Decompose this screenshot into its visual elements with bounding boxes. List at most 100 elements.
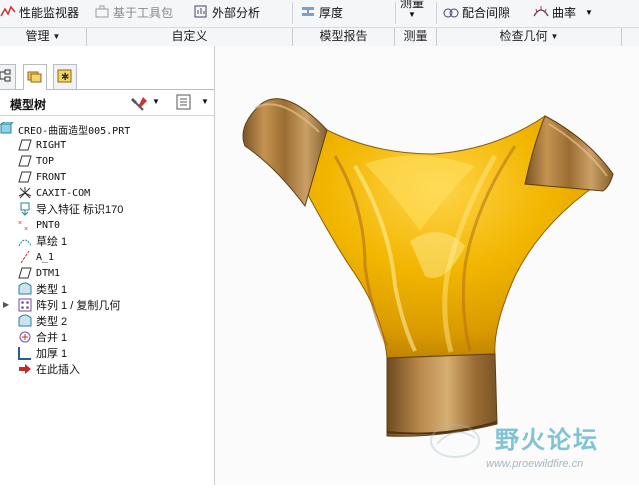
tree-item-type2[interactable]: 类型 2 bbox=[18, 313, 67, 329]
sketch-icon bbox=[18, 234, 32, 248]
group-inspect-geometry-label: 检查几何 bbox=[499, 29, 548, 43]
part-icon bbox=[0, 121, 15, 136]
datum-plane-icon bbox=[18, 170, 32, 184]
group-model-report: 模型报告 bbox=[293, 28, 395, 46]
chevron-down-icon: ▼ bbox=[52, 32, 61, 41]
chevron-down-icon[interactable]: ▼ bbox=[201, 97, 209, 106]
tree-item-axis[interactable]: A_1 bbox=[18, 249, 54, 265]
tab-model-tree[interactable] bbox=[0, 64, 16, 89]
tree-item-type1[interactable]: 类型 1 bbox=[18, 281, 67, 297]
tree-item-label: 阵列 1 / 复制几何 bbox=[36, 300, 121, 312]
tree-item-label: RIGHT bbox=[36, 139, 67, 151]
ribbon-commands: 性能监视器 基于工具包 外部分析 厚度 测量 ▼ 配合间隙 曲率 ▼ bbox=[0, 0, 639, 27]
tab-folder-browser[interactable] bbox=[23, 64, 47, 90]
tree-item-label: 草绘 1 bbox=[36, 236, 68, 248]
thicken-icon bbox=[18, 346, 32, 360]
pattern-icon bbox=[18, 298, 32, 312]
tree-item-import[interactable]: 导入特征 标识170 bbox=[18, 201, 123, 217]
navigator-panel: ✱ 模型树 ▼ ▼ CREO-曲面造型005.PRT RIGHT TOP FRO… bbox=[0, 46, 215, 485]
folder-icon bbox=[27, 68, 43, 87]
thickness-label: 厚度 bbox=[319, 5, 344, 20]
ribbon: 性能监视器 基于工具包 外部分析 厚度 测量 ▼ 配合间隙 曲率 ▼ 管理 ▼ … bbox=[0, 0, 639, 47]
tree-item-insert-here[interactable]: 在此插入 bbox=[18, 361, 80, 377]
tree-item-label: 合并 1 bbox=[36, 332, 68, 344]
tree-item-label: DTM1 bbox=[36, 267, 61, 279]
chevron-down-icon[interactable]: ▼ bbox=[152, 97, 160, 106]
tree-item-part[interactable]: CREO-曲面造型005.PRT bbox=[0, 121, 130, 137]
group-custom: 自定义 bbox=[87, 28, 293, 46]
curvature-label: 曲率 bbox=[552, 5, 577, 20]
surface-icon bbox=[18, 314, 32, 328]
svg-text:×: × bbox=[24, 226, 28, 232]
show-options-icon[interactable] bbox=[176, 94, 192, 113]
group-model-report-label: 模型报告 bbox=[319, 29, 368, 43]
datum-plane-icon bbox=[18, 138, 32, 152]
ribbon-divider bbox=[436, 2, 437, 24]
tree-item-label: 在此插入 bbox=[36, 364, 80, 376]
model-tree-icon bbox=[0, 69, 11, 86]
watermark-url: www.proewildfire.cn bbox=[486, 458, 584, 470]
mating-clearance-button[interactable]: 配合间隙 bbox=[443, 3, 510, 21]
group-measure: 测量 bbox=[395, 28, 437, 46]
tree-item-csys[interactable]: CAXIT-COM bbox=[18, 185, 90, 201]
tree-item-right[interactable]: RIGHT bbox=[18, 137, 66, 153]
thickness-button[interactable]: 厚度 bbox=[300, 3, 343, 21]
tab-favorites[interactable]: ✱ bbox=[53, 64, 77, 89]
tree-item-label: 加厚 1 bbox=[36, 348, 68, 360]
chevron-down-icon: ▼ bbox=[408, 10, 416, 19]
external-analysis-button[interactable]: 外部分析 bbox=[193, 3, 260, 21]
insert-here-arrow-icon bbox=[18, 362, 32, 376]
tree-settings-icon[interactable] bbox=[131, 95, 149, 114]
tree-item-front[interactable]: FRONT bbox=[18, 169, 66, 185]
thickness-icon bbox=[300, 4, 316, 20]
tree-item-top[interactable]: TOP bbox=[18, 153, 54, 169]
svg-text:×: × bbox=[18, 220, 22, 227]
tree-item-label: TOP bbox=[36, 155, 55, 167]
mating-clearance-label: 配合间隙 bbox=[462, 5, 511, 20]
tree-item-pattern[interactable]: 阵列 1 / 复制几何 bbox=[18, 297, 120, 313]
performance-monitor-icon bbox=[0, 4, 16, 20]
curvature-button[interactable]: 曲率 ▼ bbox=[533, 3, 593, 21]
watermark-text: 野火论坛 bbox=[495, 427, 599, 454]
group-inspect-geometry[interactable]: 检查几何 ▼ bbox=[437, 28, 622, 46]
toolkit-button[interactable]: 基于工具包 bbox=[94, 3, 173, 21]
model-tree-header: 模型树 ▼ ▼ bbox=[0, 91, 214, 116]
tree-item-thicken[interactable]: 加厚 1 bbox=[18, 345, 67, 361]
tree-item-pnt0[interactable]: × × PNT0 bbox=[18, 217, 61, 234]
chevron-down-icon[interactable]: ▼ bbox=[585, 8, 593, 17]
tree-item-label: 导入特征 标识170 bbox=[36, 204, 124, 216]
group-measure-label: 测量 bbox=[403, 29, 428, 43]
tree-item-label: FRONT bbox=[36, 171, 67, 183]
datum-plane-icon bbox=[18, 266, 32, 280]
chevron-down-icon: ▼ bbox=[550, 32, 559, 41]
performance-monitor-label: 性能监视器 bbox=[19, 5, 80, 20]
tree-item-dtm1[interactable]: DTM1 bbox=[18, 265, 60, 281]
group-manage-label: 管理 bbox=[25, 29, 50, 43]
performance-monitor-button[interactable]: 性能监视器 bbox=[0, 3, 79, 21]
ribbon-group-labels: 管理 ▼ 自定义 模型报告 测量 检查几何 ▼ bbox=[0, 27, 639, 46]
curvature-icon bbox=[533, 4, 549, 20]
tree-item-label: PNT0 bbox=[36, 219, 61, 231]
group-manage[interactable]: 管理 ▼ bbox=[0, 28, 87, 46]
external-analysis-label: 外部分析 bbox=[212, 5, 261, 20]
mating-clearance-icon bbox=[443, 4, 459, 20]
navigator-tabs: ✱ bbox=[0, 61, 214, 90]
merge-icon bbox=[18, 330, 32, 344]
datum-plane-icon bbox=[18, 154, 32, 168]
measure-button[interactable]: 测量 ▼ bbox=[400, 0, 424, 19]
datum-point-icon: × × bbox=[18, 218, 32, 233]
ribbon-divider bbox=[395, 2, 396, 24]
surface-icon bbox=[18, 282, 32, 296]
expand-arrow-icon[interactable]: ▶ bbox=[3, 300, 9, 309]
bottom-arm bbox=[386, 353, 498, 437]
tree-item-label: CAXIT-COM bbox=[36, 187, 91, 199]
svg-text:✱: ✱ bbox=[61, 72, 69, 83]
tree-item-label: CREO-曲面造型005.PRT bbox=[18, 125, 131, 137]
group-custom-label: 自定义 bbox=[171, 29, 208, 43]
tree-item-sketch[interactable]: 草绘 1 bbox=[18, 233, 67, 249]
tree-item-merge[interactable]: 合并 1 bbox=[18, 329, 67, 345]
datum-axis-icon bbox=[18, 250, 32, 264]
favorites-icon: ✱ bbox=[57, 68, 73, 87]
coordinate-system-icon bbox=[18, 186, 32, 200]
toolkit-label: 基于工具包 bbox=[113, 5, 174, 20]
